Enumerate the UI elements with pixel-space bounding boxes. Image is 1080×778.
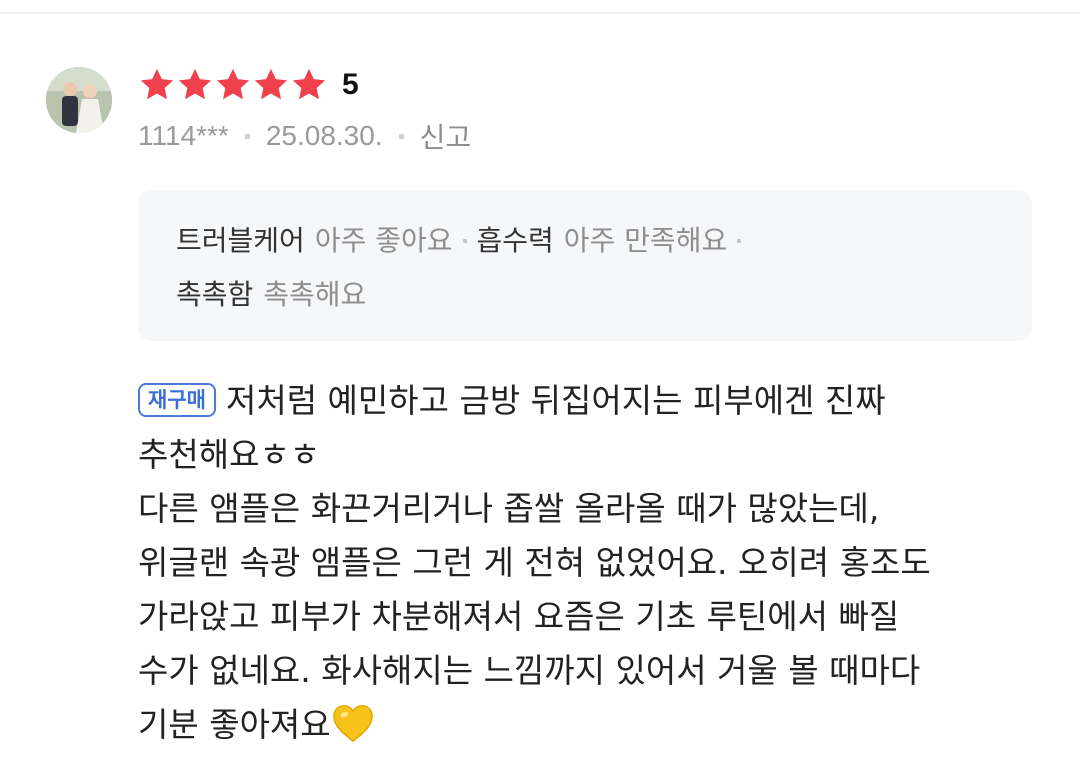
meta-separator <box>398 133 404 139</box>
attribute-value: 촉촉해요 <box>263 278 367 311</box>
review-line: 기분 좋아져요 <box>138 698 1038 752</box>
star-icon <box>254 68 288 100</box>
attribute-label: 흡수력 <box>476 224 554 257</box>
review-text: 재구매 저처럼 예민하고 금방 뒤집어지는 피부에겐 진짜 추천해요ㅎㅎ 다른 앰… <box>138 374 1038 752</box>
review-line-text: 기분 좋아져요 <box>138 705 331 744</box>
attribute-summary: 트러블케어 아주 좋아요 흡수력 아주 만족해요 촉촉함 촉촉해요 <box>138 190 1032 341</box>
attribute-value: 아주 좋아요 <box>314 224 453 257</box>
attribute-separator <box>737 239 742 243</box>
rating-row: 5 <box>138 64 359 106</box>
attribute-separator <box>462 239 467 243</box>
user-id: 1114*** <box>138 120 229 151</box>
star-icon <box>178 68 212 100</box>
review-line: 다른 앰플은 화끈거리거나 좁쌀 올라올 때가 많았는데, <box>138 489 880 528</box>
review-line: 재구매 저처럼 예민하고 금방 뒤집어지는 피부에겐 진짜 <box>138 374 1038 428</box>
review-line: 가라앉고 피부가 차분해져서 요즘은 기초 루틴에서 빠질 <box>138 597 900 636</box>
review-line: 위글랜 속광 앰플은 그런 게 전혀 없었어요. 오히려 홍조도 <box>138 543 931 582</box>
review-line: 추천해요ㅎㅎ <box>138 435 321 474</box>
attribute-line: 트러블케어 아주 좋아요 흡수력 아주 만족해요 <box>176 214 994 268</box>
report-button[interactable]: 신고 <box>420 116 472 156</box>
review-meta: 1114*** 25.08.30. 신고 <box>138 116 471 156</box>
top-divider <box>0 12 1080 14</box>
review-date: 25.08.30. <box>265 120 383 151</box>
attribute-label: 트러블케어 <box>176 224 305 257</box>
attribute-value: 아주 만족해요 <box>563 224 728 257</box>
review-line: 수가 없네요. 화사해지는 느낌까지 있어서 거울 볼 때마다 <box>138 651 921 690</box>
repurchase-badge: 재구매 <box>138 382 216 417</box>
attribute-label: 촉촉함 <box>176 278 254 311</box>
star-icon <box>216 68 250 100</box>
star-icon <box>292 68 326 100</box>
yellow-heart-icon <box>332 704 373 742</box>
meta-separator <box>244 133 250 139</box>
star-icon <box>140 68 174 100</box>
rating-value: 5 <box>342 68 359 101</box>
attribute-line: 촉촉함 촉촉해요 <box>176 268 994 322</box>
star-rating <box>138 66 328 104</box>
avatar[interactable] <box>46 67 112 133</box>
review-line-text: 저처럼 예민하고 금방 뒤집어지는 피부에겐 진짜 <box>225 381 886 420</box>
